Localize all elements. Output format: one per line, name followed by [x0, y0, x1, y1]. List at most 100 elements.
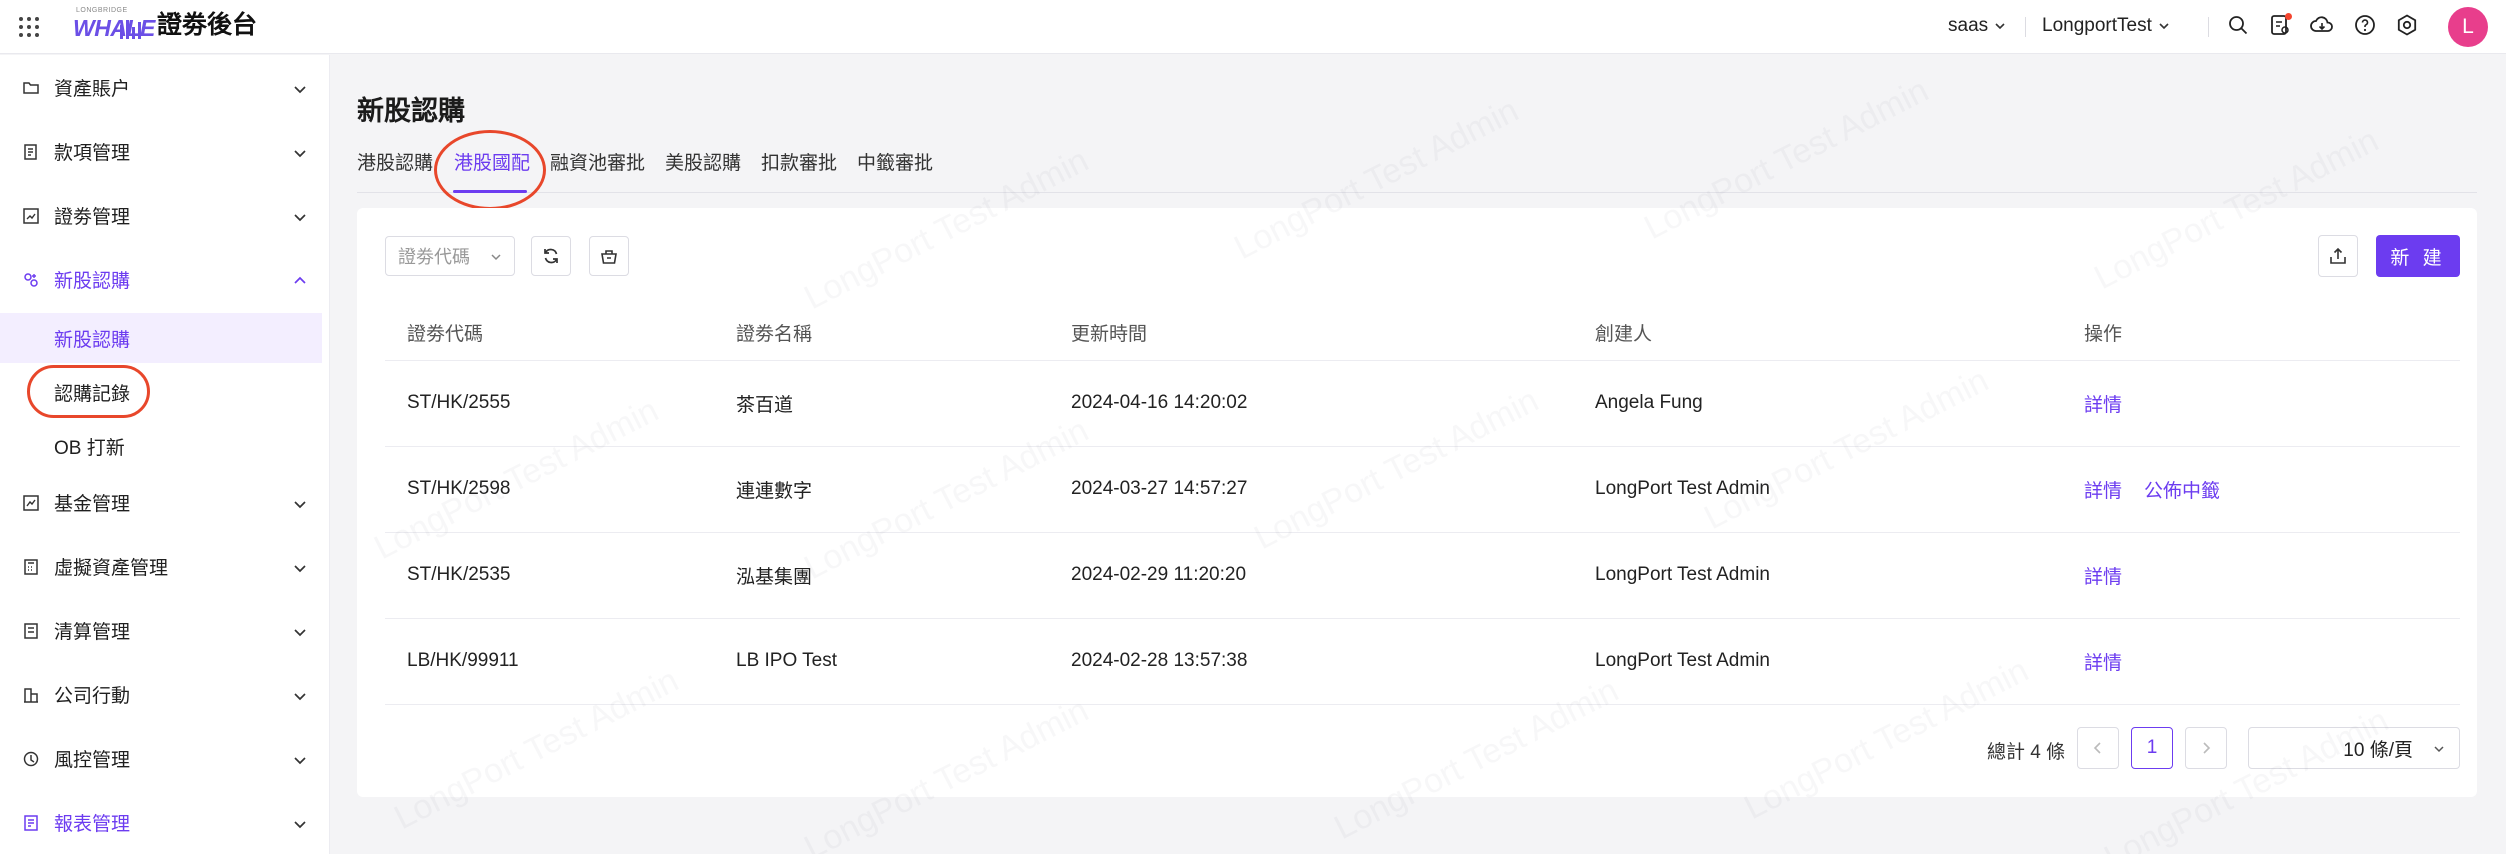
cell-time: 2024-02-28 13:57:38: [1049, 618, 1573, 705]
chevron-up-icon: [294, 276, 306, 284]
table-header-row: 證劵代碼 證劵名稱 更新時間 創建人 操作: [385, 306, 2460, 361]
new-button[interactable]: 新 建: [2376, 235, 2460, 277]
detail-link[interactable]: 詳情: [2084, 395, 2122, 416]
cell-name: 連連數字: [714, 446, 1049, 533]
export-icon: [2330, 247, 2346, 264]
clear-button[interactable]: [589, 236, 629, 276]
chevron-down-icon: [294, 757, 306, 765]
sidebar-subitem-subscription-records[interactable]: 認購記錄: [0, 367, 322, 417]
cell-name: 茶百道: [714, 360, 1049, 447]
sidebar-item-reports[interactable]: 報表管理: [0, 794, 322, 850]
cell-code: ST/HK/2598: [385, 446, 714, 533]
sidebar-item-label: 虛擬資產管理: [54, 557, 169, 579]
sidebar-item-assets[interactable]: 資產賬户: [0, 59, 322, 115]
ipo-icon: [24, 273, 38, 287]
sidebar-item-label: 清算管理: [54, 621, 131, 643]
cell-actions: 詳情 公佈中籤: [2062, 446, 2460, 533]
detail-link[interactable]: 詳情: [2084, 481, 2122, 502]
pagination-next-button[interactable]: [2185, 727, 2227, 769]
cell-time: 2024-04-16 14:20:02: [1049, 360, 1573, 447]
tab-financing-pool-approval[interactable]: 融資池審批: [550, 148, 645, 175]
notification-icon[interactable]: [2268, 13, 2292, 37]
settings-icon[interactable]: [2395, 13, 2419, 37]
company-icon: [24, 688, 38, 703]
chevron-down-icon: [294, 214, 306, 222]
calculator-icon: [24, 559, 38, 575]
pagination-prev-button[interactable]: [2077, 727, 2119, 769]
account-label: LongportTest: [2042, 15, 2152, 36]
sidebar-item-risk-control[interactable]: 風控管理: [0, 730, 322, 786]
sidebar-item-label: 報表管理: [54, 813, 131, 835]
logo-bars-icon: [120, 20, 141, 39]
tab-allotment-approval[interactable]: 中籤審批: [857, 148, 933, 175]
ledger-icon: [24, 144, 37, 160]
app-grid-icon[interactable]: [16, 14, 42, 40]
clearing-icon: [24, 623, 38, 639]
sidebar-item-label: 資產賬户: [54, 78, 131, 100]
detail-link[interactable]: 詳情: [2084, 567, 2122, 588]
pagination-page-1[interactable]: 1: [2131, 727, 2173, 769]
page-title: 新股認購: [357, 96, 465, 126]
cell-name: LB IPO Test: [714, 618, 1049, 705]
notification-dot: [2285, 13, 2292, 20]
chevron-down-icon: [294, 150, 306, 158]
sidebar-subitem-label: OB 打新: [54, 437, 125, 459]
top-bar: LONGBRIDGE WHALE 證劵後台 saas LongportTest …: [0, 0, 2506, 54]
sidebar-subitem-ob-ipo[interactable]: OB 打新: [0, 421, 322, 471]
column-header-code: 證劵代碼: [385, 306, 714, 361]
app-logo[interactable]: LONGBRIDGE WHALE: [70, 5, 155, 45]
sidebar-item-funds[interactable]: 基金管理: [0, 474, 322, 530]
chevron-down-icon: [294, 501, 306, 509]
sidebar-subitem-label: 新股認購: [54, 329, 131, 351]
cell-creator: LongPort Test Admin: [1573, 446, 2062, 533]
chevron-down-icon: [491, 254, 501, 261]
download-icon[interactable]: [2310, 13, 2334, 37]
column-header-name: 證劵名稱: [714, 306, 1049, 361]
cell-creator: LongPort Test Admin: [1573, 532, 2062, 619]
cell-code: ST/HK/2535: [385, 532, 714, 619]
security-code-filter[interactable]: 證劵代碼: [385, 236, 515, 276]
sidebar-item-label: 新股認購: [54, 270, 131, 292]
sidebar-item-label: 基金管理: [54, 493, 131, 515]
refresh-button[interactable]: [531, 236, 571, 276]
divider: [2025, 17, 2026, 37]
filter-placeholder: 證劵代碼: [398, 247, 470, 267]
tab-debit-approval[interactable]: 扣款審批: [761, 148, 837, 175]
tenant-select[interactable]: saas: [1948, 10, 2006, 42]
help-icon[interactable]: [2353, 13, 2377, 37]
page-size-select[interactable]: 10 條/頁: [2248, 727, 2460, 769]
export-button[interactable]: [2318, 235, 2358, 277]
tab-hk-subscription[interactable]: 港股認購: [357, 148, 433, 175]
tab-us-subscription[interactable]: 美股認購: [665, 148, 741, 175]
sidebar-item-securities[interactable]: 證劵管理: [0, 187, 322, 243]
tab-bar: 港股認購 港股國配 融資池審批 美股認購 扣款審批 中籤審批: [357, 141, 2477, 193]
logo-small-text: LONGBRIDGE: [76, 7, 128, 14]
tab-hk-placing[interactable]: 港股國配: [454, 148, 530, 175]
sidebar: 資產賬户 款項管理 證劵管理 新股認購 新股認購 認購記錄 OB 打新 基金管理…: [0, 55, 330, 854]
chevron-left-icon: [2093, 742, 2101, 754]
cell-actions: 詳情: [2062, 360, 2460, 447]
chevron-down-icon: [2434, 746, 2444, 753]
sidebar-item-ipo[interactable]: 新股認購: [0, 251, 322, 307]
report-icon: [24, 815, 38, 831]
sidebar-item-clearing[interactable]: 清算管理: [0, 602, 322, 658]
detail-link[interactable]: 詳情: [2084, 653, 2122, 674]
user-avatar[interactable]: L: [2448, 7, 2488, 47]
sidebar-subitem-ipo-subscribe[interactable]: 新股認購: [0, 313, 322, 363]
sidebar-item-payments[interactable]: 款項管理: [0, 123, 322, 179]
sidebar-item-corporate-actions[interactable]: 公司行動: [0, 666, 322, 722]
sidebar-item-label: 風控管理: [54, 749, 131, 771]
sidebar-item-label: 證劵管理: [54, 206, 131, 228]
table-row: LB/HK/99911 LB IPO Test 2024-02-28 13:57…: [385, 618, 2460, 705]
publish-allotment-link[interactable]: 公佈中籤: [2144, 481, 2220, 502]
account-select[interactable]: LongportTest: [2042, 10, 2170, 42]
search-icon[interactable]: [2226, 13, 2250, 37]
cell-code: ST/HK/2555: [385, 360, 714, 447]
divider: [2208, 17, 2209, 37]
table-row: ST/HK/2535 泓基集團 2024-02-29 11:20:20 Long…: [385, 532, 2460, 619]
sidebar-item-virtual-assets[interactable]: 虛擬資產管理: [0, 538, 322, 594]
chevron-down-icon: [1995, 23, 2005, 30]
risk-icon: [23, 751, 39, 767]
logo-text: WHALE: [73, 15, 155, 41]
cell-creator: LongPort Test Admin: [1573, 618, 2062, 705]
